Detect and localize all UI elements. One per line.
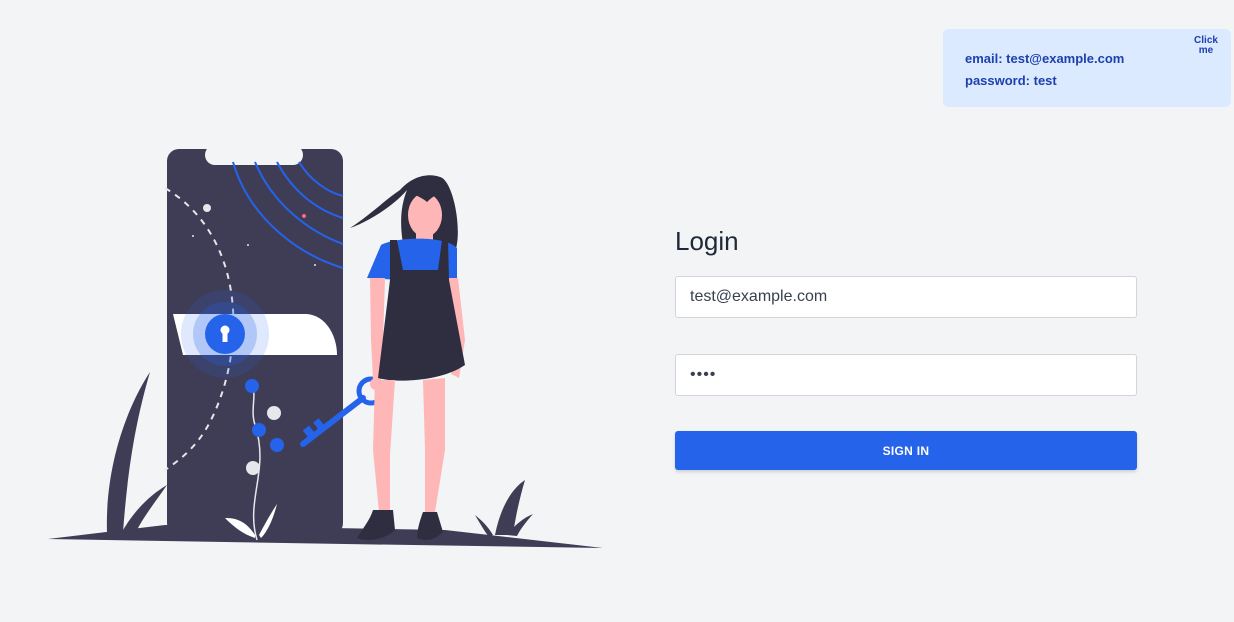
- sign-in-button[interactable]: SIGN IN: [675, 431, 1137, 470]
- hint-password-text: password: test: [965, 73, 1057, 88]
- grass-right-icon: [475, 480, 533, 537]
- woman-figure: [350, 175, 465, 540]
- credentials-hint-box: email: test@example.com password: test C…: [943, 29, 1231, 107]
- keyhole-icon: [181, 290, 269, 378]
- email-field[interactable]: [675, 276, 1137, 318]
- password-field[interactable]: [675, 354, 1137, 396]
- grass-left-small-icon: [123, 485, 167, 530]
- login-illustration: [48, 145, 603, 548]
- login-page: email: test@example.com password: test C…: [0, 0, 1234, 622]
- hint-email-text: email: test@example.com: [965, 51, 1125, 66]
- login-title: Login: [675, 226, 739, 256]
- click-me-button[interactable]: Click me: [1193, 36, 1219, 56]
